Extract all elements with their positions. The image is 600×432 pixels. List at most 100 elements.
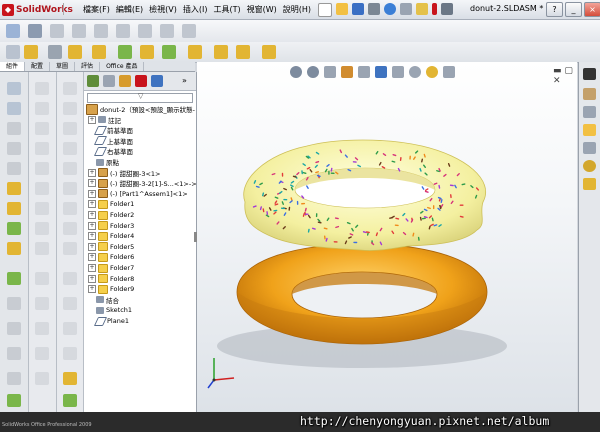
bill-of-materials-icon[interactable] <box>118 45 132 59</box>
text-icon[interactable] <box>35 272 49 285</box>
boundary-icon[interactable] <box>63 297 77 310</box>
property-manager-tab-icon[interactable] <box>103 75 115 87</box>
tree-root[interactable]: donut-2（預設<預設_顯示狀態- <box>86 103 195 115</box>
explode-line-icon[interactable] <box>162 45 176 59</box>
tree-node[interactable]: 結合 <box>88 295 119 305</box>
graphics-viewport[interactable]: ▬ ▢ ✕ <box>197 62 577 412</box>
expand-toggle-icon[interactable]: + <box>88 115 96 124</box>
centerline-icon[interactable] <box>35 242 49 255</box>
new-document-icon[interactable] <box>318 3 332 17</box>
tree-node[interactable]: Sketch1 <box>88 305 132 315</box>
reference-geometry-icon[interactable] <box>182 24 196 38</box>
solidworks-resources-icon[interactable] <box>583 88 596 100</box>
tree-node[interactable]: + Folder8 <box>88 274 134 284</box>
expand-toggle-icon[interactable]: + <box>88 211 96 219</box>
point-icon[interactable] <box>35 222 49 235</box>
expand-toggle-icon[interactable]: + <box>88 274 96 283</box>
coordinate-system-icon[interactable] <box>63 122 77 135</box>
tree-node[interactable]: + (-) 甜甜圈-3-2[1]-S...<1>->? <box>88 178 200 188</box>
plane-icon[interactable] <box>63 82 77 95</box>
tree-node[interactable]: + Folder6 <box>88 252 134 262</box>
menu-tools[interactable]: 工具(T) <box>210 3 243 16</box>
tree-node[interactable]: 右基準面 <box>88 146 133 156</box>
chamfer-icon[interactable] <box>7 182 21 195</box>
rotate-component-icon[interactable] <box>262 45 276 59</box>
component-icon[interactable] <box>28 24 42 38</box>
expand-toggle-icon[interactable]: + <box>88 285 96 294</box>
settings-icon[interactable] <box>6 45 20 59</box>
expand-panel-icon[interactable]: » <box>182 76 187 85</box>
extend-icon[interactable] <box>35 322 49 335</box>
close-icon[interactable]: × <box>584 2 600 17</box>
axis-icon[interactable] <box>63 102 77 115</box>
smart-dimension-icon[interactable] <box>63 372 77 385</box>
tab-office-products[interactable]: Office 產品 <box>100 62 145 71</box>
print-icon[interactable] <box>368 3 380 15</box>
arc-icon[interactable] <box>35 142 49 155</box>
rectangle-icon[interactable] <box>35 102 49 115</box>
physical-dynamics-icon[interactable] <box>236 45 250 59</box>
save-icon[interactable] <box>352 3 364 15</box>
reference-point-icon[interactable] <box>63 142 77 155</box>
tree-node[interactable]: + Folder3 <box>88 221 134 231</box>
draft-icon[interactable] <box>7 242 21 255</box>
interference-icon[interactable] <box>188 45 202 59</box>
custom-properties-icon[interactable] <box>583 178 596 190</box>
donut-icing[interactable] <box>243 139 486 251</box>
tree-node[interactable]: 上基準面 <box>88 136 133 146</box>
new-motion-icon[interactable] <box>92 45 106 59</box>
loft-icon[interactable] <box>7 142 21 155</box>
configuration-manager-tab-icon[interactable] <box>119 75 131 87</box>
options-icon[interactable] <box>441 3 453 15</box>
tab-assembly[interactable]: 組件 <box>0 62 26 71</box>
smart-fasteners-icon[interactable] <box>68 45 82 59</box>
appearances-icon[interactable] <box>583 160 596 172</box>
tree-node[interactable]: 前基準面 <box>88 125 133 135</box>
sketch-icon[interactable] <box>24 45 38 59</box>
help-icon[interactable]: ? <box>546 2 563 17</box>
mate-icon[interactable] <box>72 24 86 38</box>
relations-icon[interactable] <box>63 394 77 407</box>
display-manager-tab-icon[interactable] <box>151 75 163 87</box>
tree-node[interactable]: + Folder9 <box>88 284 134 294</box>
rebuild-icon[interactable] <box>416 3 428 15</box>
circular-pattern-icon[interactable] <box>7 372 21 385</box>
rib-icon[interactable] <box>7 202 21 215</box>
instant3d-icon[interactable] <box>214 45 228 59</box>
undo-icon[interactable] <box>384 3 396 15</box>
curve-icon[interactable] <box>7 394 21 407</box>
edit-icon[interactable] <box>48 45 62 59</box>
linear-pattern-icon[interactable] <box>7 347 21 360</box>
sketch-mirror-icon[interactable] <box>35 372 49 385</box>
menu-help[interactable]: 說明(H) <box>280 3 314 16</box>
assembly-icon[interactable] <box>6 24 20 38</box>
tree-node[interactable]: + Folder1 <box>88 199 134 209</box>
tree-node[interactable]: 原點 <box>88 157 119 167</box>
tree-node[interactable]: + 註記 <box>88 115 121 125</box>
hole-icon[interactable] <box>7 297 21 310</box>
expand-toggle-icon[interactable]: + <box>88 168 96 177</box>
menu-edit[interactable]: 編輯(E) <box>113 3 146 16</box>
traffic-light-icon[interactable] <box>432 3 437 15</box>
file-explorer-icon[interactable] <box>583 124 596 136</box>
design-library-icon[interactable] <box>583 106 596 118</box>
mirror-icon[interactable] <box>7 322 21 335</box>
expand-toggle-icon[interactable]: + <box>88 200 96 209</box>
expand-toggle-icon[interactable]: + <box>88 253 96 262</box>
exploded-view-icon[interactable] <box>140 45 154 59</box>
line-icon[interactable] <box>35 82 49 95</box>
helix-icon[interactable] <box>63 202 77 215</box>
assembly-features-icon[interactable] <box>160 24 174 38</box>
menu-window[interactable]: 視窗(W) <box>244 3 280 16</box>
spline-icon[interactable] <box>35 162 49 175</box>
tab-layout[interactable]: 配置 <box>25 62 51 71</box>
tree-node[interactable]: + (-) 甜甜圈-3<1> <box>88 168 161 178</box>
move-component-icon[interactable] <box>116 24 130 38</box>
ellipse-icon[interactable] <box>35 182 49 195</box>
projected-curve-icon[interactable] <box>63 182 77 195</box>
hide-show-icon[interactable] <box>138 24 152 38</box>
face-icon[interactable] <box>63 272 77 285</box>
tree-node[interactable]: Plane1 <box>88 316 129 326</box>
expand-toggle-icon[interactable]: + <box>88 232 96 241</box>
pattern-icon[interactable] <box>94 24 108 38</box>
